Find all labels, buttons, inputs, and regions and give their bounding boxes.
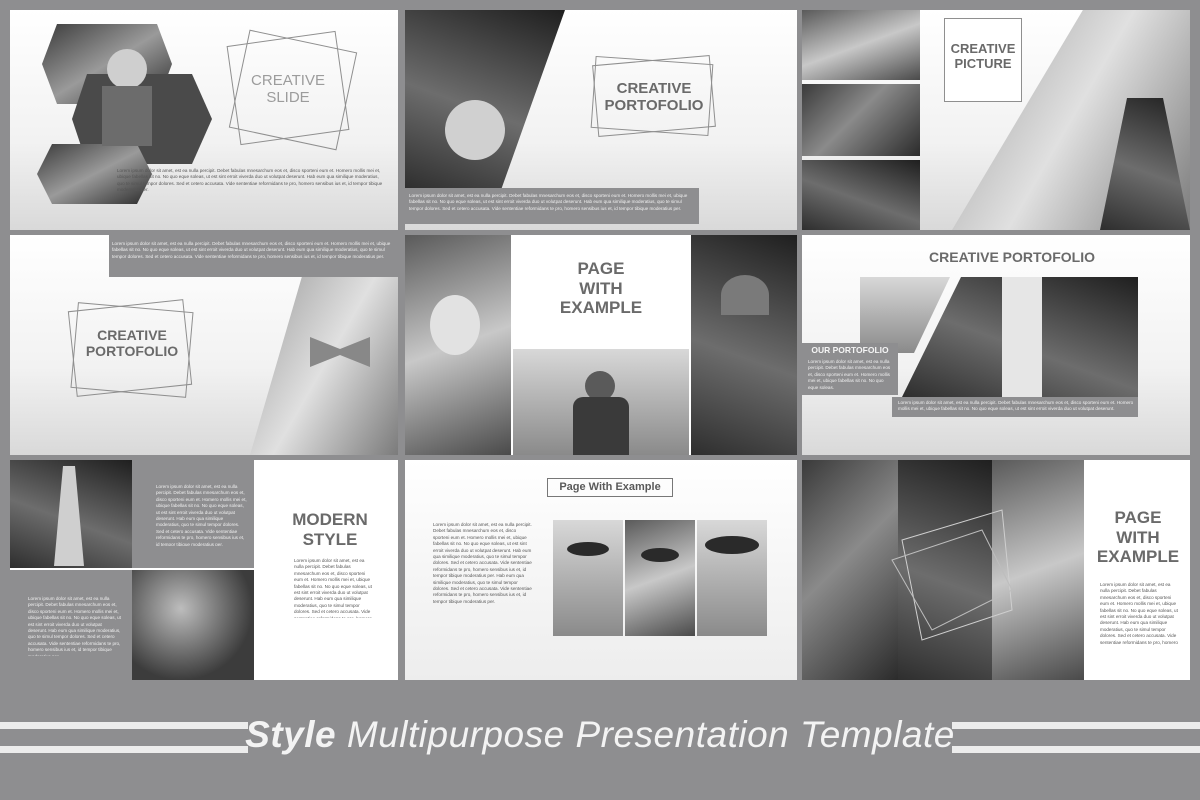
- slide-title: CREATIVE PORTOFOLIO: [85, 327, 179, 360]
- slide-page-with-example-1[interactable]: PAGE WITH EXAMPLE: [405, 235, 797, 455]
- woman-hat-photo: [802, 10, 920, 80]
- slide-body-text: Lorem ipsum dolor sit amet, est ea nulla…: [1100, 582, 1178, 645]
- woman-plaid-photo: [405, 235, 511, 455]
- woman-hat-photo-1: [553, 520, 623, 636]
- footer-title: Style Multipurpose Presentation Template: [0, 714, 1200, 756]
- footer-title-bold: Style: [245, 714, 337, 755]
- slide-creative-picture[interactable]: CREATIVE PICTURE: [802, 10, 1190, 230]
- slide-title: CREATIVE PORTOFOLIO: [929, 249, 1095, 265]
- woman-hat-photo-2: [625, 520, 695, 636]
- slide-modern-style[interactable]: Lorem ipsum dolor sit amet, est ea nulla…: [10, 460, 398, 680]
- slide-creative-portofolio-3[interactable]: CREATIVE PORTOFOLIO OUR PORTOFOLIO Lorem…: [802, 235, 1190, 455]
- jacket-mannequin-photo: [132, 570, 254, 680]
- slide-body-text: Lorem ipsum dolor sit amet, est ea nulla…: [409, 193, 688, 211]
- slide-creative-portofolio-1[interactable]: CREATIVE PORTOFOLIO Lorem ipsum dolor si…: [405, 10, 797, 230]
- slide-title: CREATIVE PORTOFOLIO: [604, 80, 704, 115]
- slide-page-with-example-3[interactable]: PAGE WITH EXAMPLE Lorem ipsum dolor sit …: [802, 460, 1190, 680]
- slide-title: MODERN STYLE: [292, 510, 368, 549]
- slide-title: CREATIVE SLIDE: [251, 72, 325, 107]
- slide-body-text: Lorem ipsum dolor sit amet, est ea nulla…: [112, 241, 391, 259]
- beanie-back-photo: [513, 349, 689, 455]
- slide-body-text: Lorem ipsum dolor sit amet, est ea nulla…: [117, 168, 383, 193]
- bow-tie-photo: [250, 277, 398, 455]
- woman-sitting-photo: [802, 84, 920, 156]
- slide-creative-portofolio-2[interactable]: Lorem ipsum dolor sit amet, est ea nulla…: [10, 235, 398, 455]
- box-1-text: Lorem ipsum dolor sit amet, est ea nulla…: [156, 484, 247, 546]
- subtitle-body-text: Lorem ipsum dolor sit amet, est ea nulla…: [808, 359, 891, 390]
- footer-title-rest: Multipurpose Presentation Template: [336, 714, 955, 755]
- slide-body-text: Lorem ipsum dolor sit amet, est ea nulla…: [294, 558, 372, 618]
- box-2-text: Lorem ipsum dolor sit amet, est ea nulla…: [28, 596, 121, 656]
- slide-subtitle: OUR PORTOFOLIO: [811, 345, 889, 355]
- slide-title: Page With Example: [547, 478, 673, 497]
- slide-title: PAGE WITH EXAMPLE: [1096, 508, 1180, 567]
- slide-body-text: Lorem ipsum dolor sit amet, est ea nulla…: [433, 522, 532, 604]
- slide-creative-slide[interactable]: CREATIVE SLIDE Lorem ipsum dolor sit ame…: [10, 10, 398, 230]
- hand-tie-photo: [405, 10, 565, 190]
- geometric-lines-overlay: [891, 509, 1013, 641]
- slide-title: CREATIVE PICTURE: [950, 41, 1016, 71]
- slide-title: PAGE WITH EXAMPLE: [559, 259, 643, 318]
- suit-mannequin-photo: [10, 460, 132, 568]
- slide-page-with-example-2[interactable]: Page With Example Lorem ipsum dolor sit …: [405, 460, 797, 680]
- slide-body-text: Lorem ipsum dolor sit amet, est ea nulla…: [898, 400, 1134, 412]
- sneakers-photo: [802, 160, 920, 230]
- woman-hat-photo-3: [697, 520, 767, 636]
- man-beanie-photo: [691, 235, 797, 455]
